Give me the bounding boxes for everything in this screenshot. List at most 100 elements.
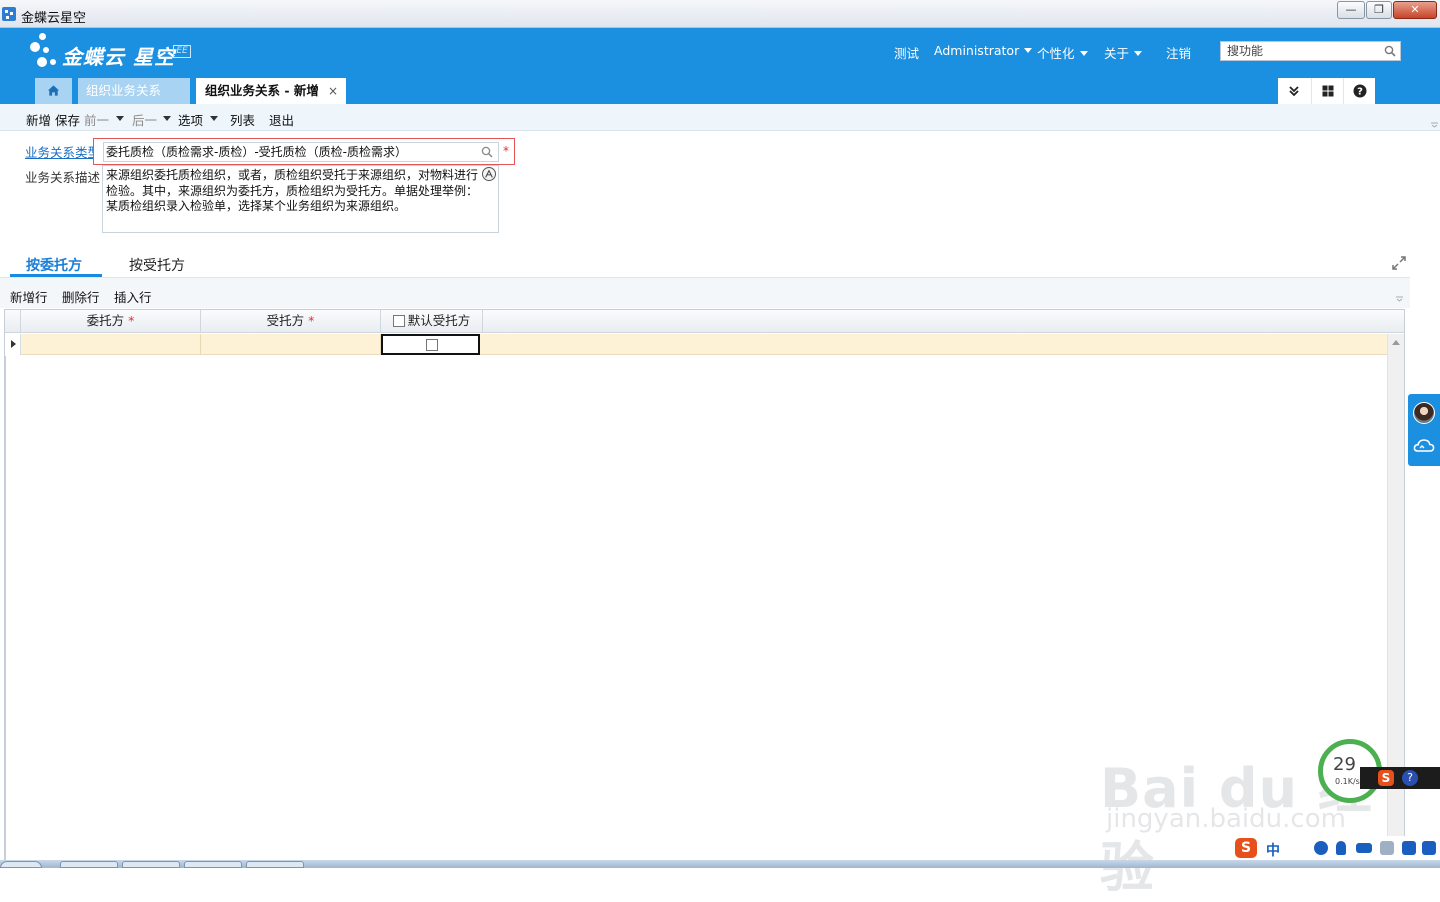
save-button[interactable]: 保存: [55, 110, 80, 129]
new-button[interactable]: 新增: [26, 110, 51, 129]
function-search: [1220, 41, 1401, 61]
column-label: 默认受托方: [407, 313, 471, 328]
business-relation-type-input[interactable]: 委托质检（质检需求-质检）-受托质检（质检-质检需求）: [103, 142, 499, 162]
taskbar-item[interactable]: [184, 861, 242, 868]
grid-header: 委托方 * 受托方 * 默认受托方: [5, 310, 1404, 333]
cell-default-agent[interactable]: [381, 334, 480, 355]
sogou-logo-icon[interactable]: S: [1378, 770, 1394, 786]
user-icon[interactable]: [1380, 841, 1394, 855]
emoji-icon[interactable]: [1314, 841, 1328, 855]
tab-by-agent[interactable]: 按受托方: [129, 255, 185, 275]
cloud-sync-icon[interactable]: [1413, 438, 1435, 454]
help-icon: ?: [1353, 84, 1367, 98]
options-menu[interactable]: 选项: [178, 110, 203, 129]
next-dropdown-icon[interactable]: [163, 116, 171, 121]
ime-floating-bar: S ?: [1360, 767, 1440, 789]
nav-personalize-menu[interactable]: 个性化: [1037, 43, 1088, 62]
business-relation-desc-textarea[interactable]: 来源组织委托质检组织，或者，质检组织受托于来源组织，对物料进行检验。其中，来源组…: [102, 165, 499, 233]
prev-button[interactable]: 前一: [84, 110, 109, 129]
entry-toolbar-collapse-icon[interactable]: [1396, 294, 1404, 302]
nav-logout[interactable]: 注销: [1166, 43, 1191, 62]
edition-badge: EE: [173, 45, 191, 58]
collapse-button[interactable]: [1278, 78, 1310, 104]
nav-about-menu[interactable]: 关于: [1104, 43, 1143, 62]
search-icon[interactable]: [1384, 45, 1396, 57]
grid-divider: [5, 356, 6, 866]
nav-user-menu[interactable]: Administrator: [934, 43, 1033, 58]
microphone-icon[interactable]: [1336, 841, 1346, 855]
help-button[interactable]: ?: [1343, 78, 1375, 104]
avatar[interactable]: [1413, 402, 1435, 424]
tab-org-business-relation[interactable]: 组织业务关系: [78, 78, 190, 104]
tab-home[interactable]: [35, 78, 72, 104]
tab-org-business-relation-new[interactable]: 组织业务关系 - 新增 ×: [196, 78, 346, 104]
side-assistant-panel: [1408, 394, 1440, 466]
row-indicator-icon: [5, 334, 21, 355]
list-button[interactable]: 列表: [230, 110, 255, 129]
grid-view-button[interactable]: [1311, 78, 1343, 104]
required-mark: *: [128, 313, 135, 328]
close-tab-icon[interactable]: ×: [328, 78, 338, 104]
exit-button[interactable]: 退出: [269, 110, 294, 129]
options-dropdown-icon[interactable]: [210, 116, 218, 121]
minimize-button[interactable]: —: [1337, 1, 1365, 19]
cell-principal[interactable]: [21, 334, 201, 355]
add-row-button[interactable]: 新增行: [10, 287, 48, 306]
main-toolbar: 新增 保存 前一 后一 选项 列表 退出: [0, 104, 1440, 131]
expand-text-icon[interactable]: [482, 167, 496, 181]
tab-label: 组织业务关系 - 新增: [205, 83, 319, 98]
select-all-checkbox[interactable]: [392, 315, 405, 327]
keyboard-icon[interactable]: [1356, 843, 1372, 853]
business-relation-type-label[interactable]: 业务关系类型: [25, 142, 100, 161]
column-header-principal[interactable]: 委托方 *: [21, 310, 201, 332]
prev-dropdown-icon[interactable]: [116, 116, 124, 121]
column-label: 委托方: [86, 313, 125, 328]
close-window-button[interactable]: ✕: [1393, 1, 1437, 19]
restore-button[interactable]: ❐: [1366, 1, 1392, 19]
app-header: 金蝶云 星空 EE 测试 Administrator 个性化 关于 注销 组织业…: [0, 28, 1440, 104]
delete-row-button[interactable]: 删除行: [62, 287, 100, 306]
next-button[interactable]: 后一: [132, 110, 157, 129]
row-header-corner: [5, 310, 21, 332]
column-header-default-agent[interactable]: 默认受托方: [381, 310, 483, 332]
help-icon[interactable]: ?: [1402, 770, 1418, 786]
entry-toolbar: 新增行 删除行 插入行: [0, 278, 1410, 308]
window-title: 金蝶云星空: [21, 11, 87, 26]
cell-agent[interactable]: [201, 334, 381, 355]
default-agent-checkbox[interactable]: [426, 339, 438, 351]
chevron-down-icon: [1134, 51, 1143, 56]
maximize-icon[interactable]: [1392, 256, 1406, 270]
nav-test[interactable]: 测试: [894, 43, 919, 62]
speed-value: 29: [1333, 754, 1356, 775]
chevron-down-icon: [1024, 48, 1033, 53]
ime-status-bar: S 中: [1230, 836, 1440, 860]
search-icon[interactable]: [481, 146, 493, 158]
required-mark: *: [308, 313, 315, 328]
start-button[interactable]: [0, 861, 42, 868]
required-mark: *: [503, 144, 509, 158]
taskbar-item[interactable]: [246, 861, 304, 868]
function-search-input[interactable]: [1221, 42, 1381, 60]
skin-icon[interactable]: [1402, 841, 1416, 855]
sogou-logo-icon[interactable]: S: [1235, 838, 1257, 858]
svg-text:?: ?: [1357, 87, 1363, 98]
letter-a-icon: [485, 169, 493, 178]
insert-row-button[interactable]: 插入行: [114, 287, 152, 306]
table-row[interactable]: [5, 334, 1387, 355]
home-icon: [47, 85, 60, 96]
ime-mode[interactable]: 中: [1266, 840, 1280, 860]
double-chevron-down-icon: [1289, 86, 1299, 97]
toolbar-collapse-icon[interactable]: [1431, 120, 1439, 128]
toolbox-icon[interactable]: [1422, 841, 1436, 855]
watermark-url: jingyan.baidu.com: [1106, 804, 1346, 834]
header-tool-group: ?: [1278, 78, 1375, 104]
window-titlebar: 金蝶云星空 — ❐ ✕: [0, 0, 1440, 28]
speed-unit: 0.1K/s: [1335, 777, 1360, 786]
business-relation-desc-label: 业务关系描述: [25, 170, 101, 185]
column-header-agent[interactable]: 受托方 *: [201, 310, 381, 332]
logo-icon: [30, 33, 60, 73]
taskbar-item[interactable]: [122, 861, 180, 868]
taskbar-item[interactable]: [60, 861, 118, 868]
logo-text: 金蝶云 星空: [62, 45, 175, 69]
tab-by-principal[interactable]: 按委托方: [26, 255, 82, 275]
